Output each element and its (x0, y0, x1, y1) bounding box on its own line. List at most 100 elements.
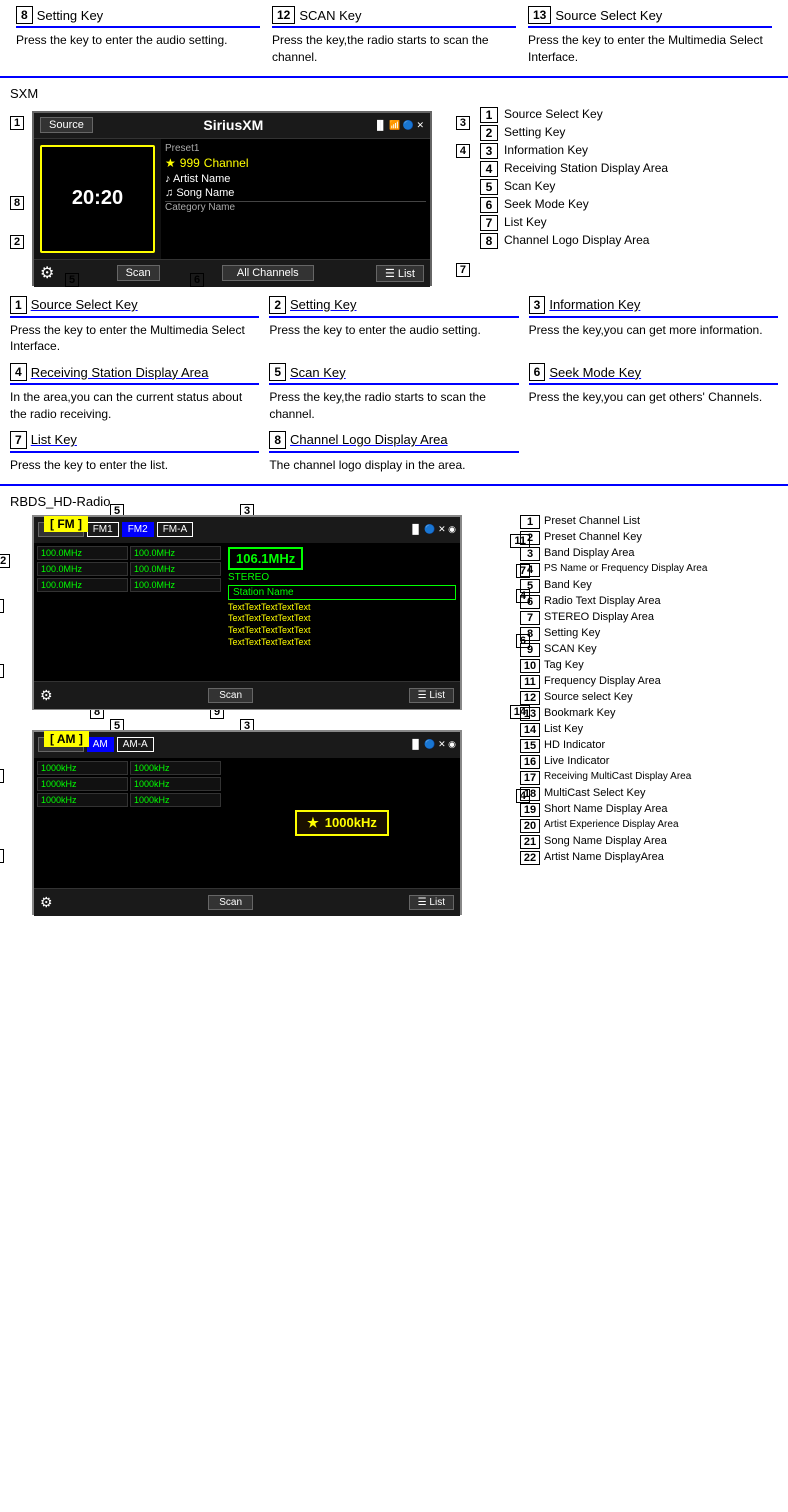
rbds-section: RBDS_HD-Radio 5 3 11 7 4 6 12 2 1 8 9 14 (0, 486, 788, 937)
setting-key-label: Setting Key (37, 8, 104, 23)
am-icons: ▐▌ 🔵 ✕ ◉ (409, 739, 456, 750)
am-band-button[interactable]: AM (87, 737, 114, 752)
sxm-artist: ♪ Artist Name (165, 173, 426, 185)
sxm-screen: Source SiriusXM ▐▌ 📶 🔵 ✕ 20:20 Preset1 ★ (32, 111, 432, 286)
fm-gear-icon[interactable]: ⚙ (40, 687, 53, 704)
fm-screen: [ FM ] Source FM1 FM2 FM-A ▐▌ 🔵 ✕ ◉ (32, 515, 462, 710)
fm-callout-11: 11 (510, 535, 530, 547)
fm-info-area: 106.1MHz STEREO Station Name TextTextTex… (224, 543, 460, 681)
callout-4: 4 (456, 145, 470, 157)
sxm-logo-display-area: 20:20 (40, 145, 155, 253)
preset-3-1[interactable]: 100.0MHz (37, 578, 128, 592)
sxm-legend-item-3: 3Information Key (480, 143, 778, 159)
callout-2: 2 (10, 236, 24, 248)
am-list-button[interactable]: ☰ List (409, 895, 454, 910)
scan-key-label: SCAN Key (299, 8, 361, 23)
fm1-band-button[interactable]: FM1 (87, 522, 119, 537)
rbds-screens: 5 3 11 7 4 6 12 2 1 8 9 14 [ FM ] Source (10, 515, 510, 929)
sxm-scan-button[interactable]: Scan (117, 265, 160, 281)
callout-1: 1 (10, 117, 24, 129)
sxm-info-area: Preset1 ★ 999 Channel ♪ Artist Name ♫ So… (161, 139, 430, 259)
fm-list-button[interactable]: ☰ List (409, 688, 454, 703)
sxm-legend-item-5: 5Scan Key (480, 179, 778, 195)
ama-band-button[interactable]: AM-A (117, 737, 154, 752)
fm-callout-1: 1 (0, 665, 4, 677)
sxm-section: SXM 1 3 4 8 2 7 5 6 Source SiriusXM ▐▌ 📶… (0, 78, 788, 486)
setting-key-desc: Press the key to enter the audio setting… (16, 32, 260, 49)
rbds-label: RBDS_HD-Radio (10, 494, 778, 509)
sxm-icons: ▐▌ 📶 🔵 ✕ (374, 120, 424, 131)
am-preset-1-1[interactable]: 1000kHz (37, 761, 128, 775)
sxm-gear-icon[interactable]: ⚙ (40, 263, 54, 283)
fm-scan-button[interactable]: Scan (208, 688, 253, 703)
callout-5: 5 (65, 274, 79, 286)
rbds-legend-item-22: 22Artist Name DisplayArea (520, 851, 778, 865)
fm-station-name: Station Name (228, 585, 456, 600)
sxm-channel-row: ★ 999 Channel (165, 156, 426, 170)
sxm-key-3: 3 Information Key Press the key,you can … (529, 296, 778, 356)
preset-1-1[interactable]: 100.0MHz (37, 546, 128, 560)
sxm-legend-item-8: 8Channel Logo Display Area (480, 233, 778, 249)
fm-radio-text: TextTextTextTextTextTextTextTextTextText… (228, 602, 456, 649)
preset-3-2[interactable]: 100.0MHz (130, 578, 221, 592)
sxm-category: Category Name (165, 201, 426, 213)
rbds-legend-item-4: 4PS Name or Frequency Display Area (520, 563, 778, 577)
callout-8: 8 (10, 197, 24, 209)
preset-1-2[interactable]: 100.0MHz (130, 546, 221, 560)
sxm-all-channels-button[interactable]: All Channels (222, 265, 314, 281)
sxm-source-button[interactable]: Source (40, 117, 93, 133)
setting-key-block: 8 Setting Key Press the key to enter the… (10, 6, 266, 66)
callout-6: 6 (190, 274, 204, 286)
preset-2-1[interactable]: 100.0MHz (37, 562, 128, 576)
fm-callout-12: 12 (0, 555, 10, 567)
am-preset-2-1[interactable]: 1000kHz (37, 777, 128, 791)
sxm-preset: Preset1 (165, 143, 426, 154)
fm-screen-wrapper: 5 3 11 7 4 6 12 2 1 8 9 14 [ FM ] Source (10, 515, 510, 710)
fma-band-button[interactable]: FM-A (157, 522, 193, 537)
sxm-content: 1 3 4 8 2 7 5 6 Source SiriusXM ▐▌ 📶 🔵 ✕ (10, 107, 778, 286)
rbds-legend-item-18: 18MultiCast Select Key (520, 787, 778, 801)
rbds-legend-item-15: 15HD Indicator (520, 739, 778, 753)
rbds-legend-item-9: 9SCAN Key (520, 643, 778, 657)
sxm-legend-item-6: 6Seek Mode Key (480, 197, 778, 213)
scan-key-desc: Press the key,the radio starts to scan t… (272, 32, 516, 66)
am-preset-3-1[interactable]: 1000kHz (37, 793, 128, 807)
rbds-legend-item-19: 19Short Name Display Area (520, 803, 778, 817)
rbds-legend-item-3: 3Band Display Area (520, 547, 778, 561)
rbds-legend-item-1: 1Preset Channel List (520, 515, 778, 529)
sxm-legend: 1Source Select Key 2Setting Key 3Informati… (480, 107, 778, 286)
sxm-list-button[interactable]: ☰ List (376, 265, 424, 282)
fm-stereo-display: STEREO (228, 572, 456, 583)
scan-key-num: 12 (272, 6, 295, 24)
sxm-key-5: 5 Scan Key Press the key,the radio start… (269, 363, 518, 423)
preset-2-2[interactable]: 100.0MHz (130, 562, 221, 576)
fm-callout-4: 4 (516, 590, 530, 602)
am-preset-1-2[interactable]: 1000kHz (130, 761, 221, 775)
am-preset-3-2[interactable]: 1000kHz (130, 793, 221, 807)
callout-7: 7 (456, 264, 470, 276)
am-preset-list: 1000kHz 1000kHz 1000kHz 1000kHz 1000kHz … (34, 758, 224, 888)
am-gear-icon[interactable]: ⚙ (40, 894, 53, 911)
sxm-key-1: 1 Source Select Key Press the key to ent… (10, 296, 259, 356)
am-scan-button[interactable]: Scan (208, 895, 253, 910)
sxm-legend-item-1: 1Source Select Key (480, 107, 778, 123)
sxm-label: SXM (10, 86, 778, 101)
am-screen-wrapper: 5 3 1 2 4 [ AM ] Source AM AM-A ▐▌ 🔵 ✕ ◉ (10, 730, 510, 915)
am-freq-selected: ★1000kHz (295, 810, 389, 836)
setting-key-title: 8 Setting Key (16, 6, 260, 28)
fm-freq-display: 106.1MHz (228, 547, 303, 570)
rbds-legend-item-16: 16Live Indicator (520, 755, 778, 769)
fm2-band-button[interactable]: FM2 (122, 522, 154, 537)
sxm-keys-section: 1 Source Select Key Press the key to ent… (10, 296, 778, 474)
sxm-key-2: 2 Setting Key Press the key to enter the… (269, 296, 518, 356)
am-preset-2-2[interactable]: 1000kHz (130, 777, 221, 791)
setting-key-num: 8 (16, 6, 33, 24)
rbds-legend-item-6: 6Radio Text Display Area (520, 595, 778, 609)
sxm-legend-item-2: 2Setting Key (480, 125, 778, 141)
sxm-key-4: 4 Receiving Station Display Area In the … (10, 363, 259, 423)
am-callout-1: 1 (0, 770, 4, 782)
rbds-legend-item-14: 14List Key (520, 723, 778, 737)
rbds-legend-item-8: 8Setting Key (520, 627, 778, 641)
source-select-key-block: 13 Source Select Key Press the key to en… (522, 6, 778, 66)
rbds-legend-item-17: 17Receiving MultiCast Display Area (520, 771, 778, 785)
